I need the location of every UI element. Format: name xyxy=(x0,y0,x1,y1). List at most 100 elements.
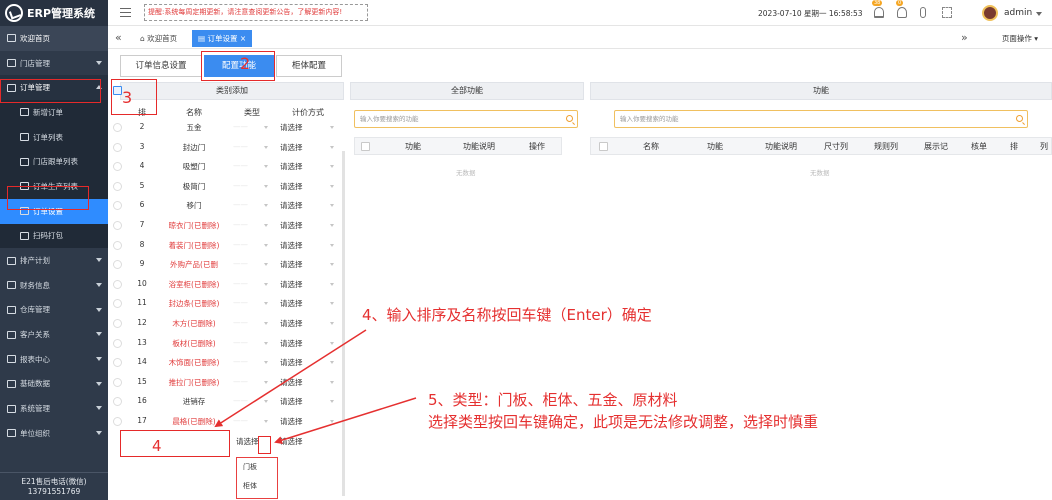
notification-icon[interactable] xyxy=(874,7,884,18)
row-price-select[interactable]: 请选择 xyxy=(280,396,303,407)
row-price-select[interactable]: 请选择 xyxy=(280,259,303,270)
sidebar-item-9[interactable]: 排产计划 xyxy=(0,248,108,273)
app-logo[interactable]: ERP管理系统 xyxy=(0,0,108,26)
row-price-select[interactable]: 请选择 xyxy=(280,338,303,349)
row-select-radio[interactable] xyxy=(113,358,122,368)
row-name[interactable]: 木饰面(已删除) xyxy=(164,357,224,368)
row-sort[interactable]: 7 xyxy=(136,220,148,229)
row-price-select[interactable]: 请选择 xyxy=(280,318,303,329)
row-select-radio[interactable] xyxy=(113,181,122,191)
table-row[interactable]: 10 浴室柜(已删除) —— 请选择 xyxy=(108,275,344,295)
row-sort[interactable]: 12 xyxy=(136,318,148,327)
table-row[interactable]: 11 封边条(已删除) —— 请选择 xyxy=(108,294,344,314)
subtab-cabinet-config[interactable]: 柜体配置 xyxy=(276,55,342,77)
sidebar-item-8[interactable]: 扫码打包 xyxy=(0,223,108,249)
row-price-select[interactable]: 请选择 xyxy=(280,200,303,211)
row-sort[interactable]: 10 xyxy=(136,279,148,288)
row-sort[interactable]: 13 xyxy=(136,338,148,347)
row-price-select[interactable]: 请选择 xyxy=(280,181,303,192)
row-select-radio[interactable] xyxy=(113,397,122,407)
row-sort[interactable]: 6 xyxy=(136,200,148,209)
functions-select-all[interactable] xyxy=(599,142,608,151)
row-sort[interactable]: 15 xyxy=(136,377,148,386)
row-name[interactable]: 推拉门(已删除) xyxy=(164,377,224,388)
sidebar-item-5[interactable]: 门店跟单列表 xyxy=(0,149,108,175)
row-name[interactable]: 木方(已删除) xyxy=(164,318,224,329)
sidebar-item-16[interactable]: 单位组织 xyxy=(0,421,108,446)
search-icon[interactable] xyxy=(1016,115,1023,122)
sidebar-item-3[interactable]: 新增订单 xyxy=(0,100,108,125)
row-price-select[interactable]: 请选择 xyxy=(280,240,303,251)
table-row[interactable]: 15 推拉门(已删除) —— 请选择 xyxy=(108,373,344,393)
row-name[interactable]: 吸塑门 xyxy=(164,161,224,172)
functions-search-input[interactable]: 输入你要搜索的功能 xyxy=(614,110,1028,128)
row-name[interactable]: 外购产品(已删 xyxy=(164,259,224,270)
avatar[interactable] xyxy=(982,5,998,21)
all-functions-search-input[interactable]: 输入你要搜索的功能 xyxy=(354,110,578,128)
table-row[interactable]: 6 移门 —— 请选择 xyxy=(108,196,344,216)
sidebar-item-0[interactable]: 欢迎首页 xyxy=(0,26,108,51)
tab-order-settings[interactable]: ▤ 订单设置 × xyxy=(192,30,253,47)
table-row[interactable]: 3 封边门 —— 请选择 xyxy=(108,138,344,158)
page-operations-menu[interactable]: 页面操作 ▾ xyxy=(1002,33,1038,44)
table-row[interactable]: 8 着装门(已删除) —— 请选择 xyxy=(108,236,344,256)
row-price-select[interactable]: 请选择 xyxy=(280,416,303,427)
table-row[interactable]: 12 木方(已删除) —— 请选择 xyxy=(108,314,344,334)
type-option-door-panel[interactable]: 门板 xyxy=(237,458,277,477)
sidebar-item-14[interactable]: 基础数据 xyxy=(0,372,108,397)
row-select-radio[interactable] xyxy=(113,201,122,211)
tabs-scroll-left-icon[interactable]: « xyxy=(115,31,122,44)
row-sort[interactable]: 17 xyxy=(136,416,148,425)
row-sort[interactable]: 2 xyxy=(136,122,148,131)
microphone-icon[interactable] xyxy=(920,7,926,18)
row-price-select[interactable]: 请选择 xyxy=(280,279,303,290)
row-select-radio[interactable] xyxy=(113,299,122,309)
row-sort[interactable]: 14 xyxy=(136,357,148,366)
row-sort[interactable]: 3 xyxy=(136,142,148,151)
row-sort[interactable]: 5 xyxy=(136,181,148,190)
sidebar-item-10[interactable]: 财务信息 xyxy=(0,273,108,298)
table-row[interactable]: 16 进销存 —— 请选择 xyxy=(108,392,344,412)
row-select-radio[interactable] xyxy=(113,338,122,348)
table-row[interactable]: 13 板材(已删除) —— 请选择 xyxy=(108,334,344,354)
table-row[interactable]: 2 五金 —— 请选择 xyxy=(108,118,344,138)
row-select-radio[interactable] xyxy=(113,123,122,132)
table-row[interactable]: 4 吸塑门 —— 请选择 xyxy=(108,157,344,177)
sidebar-item-1[interactable]: 门店管理 xyxy=(0,51,108,76)
sidebar-item-13[interactable]: 报表中心 xyxy=(0,347,108,372)
row-price-select[interactable]: 请选择 xyxy=(280,298,303,309)
sidebar-item-11[interactable]: 仓库管理 xyxy=(0,298,108,323)
table-row[interactable]: 7 晾衣门(已删除) —— 请选择 xyxy=(108,216,344,236)
row-name[interactable]: 着装门(已删除) xyxy=(164,240,224,251)
row-sort[interactable]: 16 xyxy=(136,396,148,405)
sidebar-item-12[interactable]: 客户关系 xyxy=(0,322,108,347)
row-name[interactable]: 晨格(已删除) xyxy=(164,416,224,427)
row-select-radio[interactable] xyxy=(113,279,122,289)
row-price-select[interactable]: 请选择 xyxy=(280,122,303,133)
row-name[interactable]: 晾衣门(已删除) xyxy=(164,220,224,231)
row-name[interactable]: 封边门 xyxy=(164,142,224,153)
new-price-select[interactable]: 请选择 xyxy=(280,436,303,447)
username[interactable]: admin xyxy=(1004,8,1032,18)
row-name[interactable]: 极简门 xyxy=(164,181,224,192)
row-select-radio[interactable] xyxy=(113,142,122,152)
sidebar-item-4[interactable]: 订单列表 xyxy=(0,124,108,150)
row-select-radio[interactable] xyxy=(113,221,122,230)
chevron-down-icon[interactable] xyxy=(1036,12,1042,16)
row-name[interactable]: 浴室柜(已删除) xyxy=(164,279,224,290)
menu-toggle-icon[interactable] xyxy=(120,8,131,17)
user-icon[interactable] xyxy=(897,7,907,18)
row-sort[interactable]: 9 xyxy=(136,259,148,268)
row-select-radio[interactable] xyxy=(113,417,122,426)
table-row[interactable]: 5 极简门 —— 请选择 xyxy=(108,177,344,197)
table-row[interactable]: 17 晨格(已删除) —— 请选择 xyxy=(108,412,344,432)
subtab-order-info[interactable]: 订单信息设置 xyxy=(120,55,202,77)
tabs-scroll-right-icon[interactable]: » xyxy=(961,31,968,44)
row-name[interactable]: 五金 xyxy=(164,122,224,133)
table-row[interactable]: 14 木饰面(已删除) —— 请选择 xyxy=(108,353,344,373)
row-price-select[interactable]: 请选择 xyxy=(280,142,303,153)
row-name[interactable]: 进销存 xyxy=(164,396,224,407)
row-select-radio[interactable] xyxy=(113,377,122,387)
row-select-radio[interactable] xyxy=(113,240,122,250)
row-select-radio[interactable] xyxy=(113,319,122,328)
